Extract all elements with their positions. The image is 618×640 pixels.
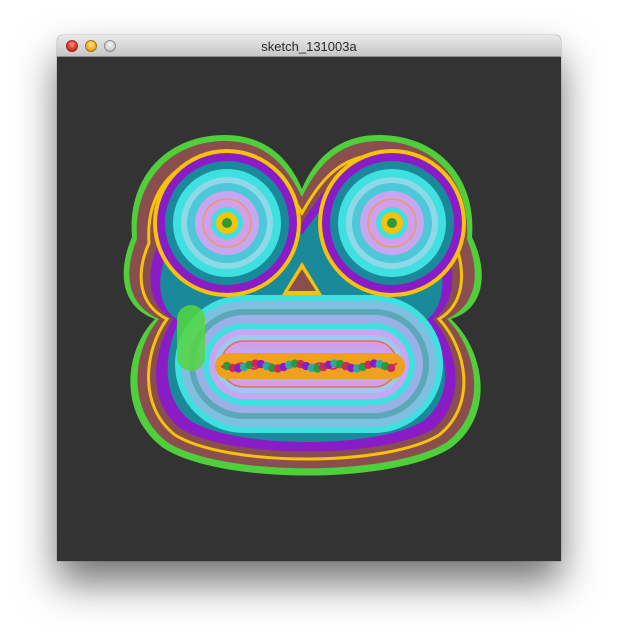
window-title: sketch_131003a bbox=[261, 39, 357, 54]
left-eye-pupil bbox=[222, 218, 232, 228]
mouth bbox=[175, 295, 443, 433]
mouth-left-glow bbox=[177, 305, 205, 371]
tooth-bead bbox=[386, 363, 396, 373]
title-bar[interactable]: sketch_131003a bbox=[57, 35, 561, 57]
sketch-canvas[interactable] bbox=[57, 57, 561, 561]
app-window: sketch_131003a bbox=[57, 35, 561, 561]
face-artwork bbox=[123, 135, 482, 476]
left-eye bbox=[153, 149, 301, 297]
right-eye-pupil bbox=[387, 218, 397, 228]
right-eye bbox=[318, 149, 466, 297]
